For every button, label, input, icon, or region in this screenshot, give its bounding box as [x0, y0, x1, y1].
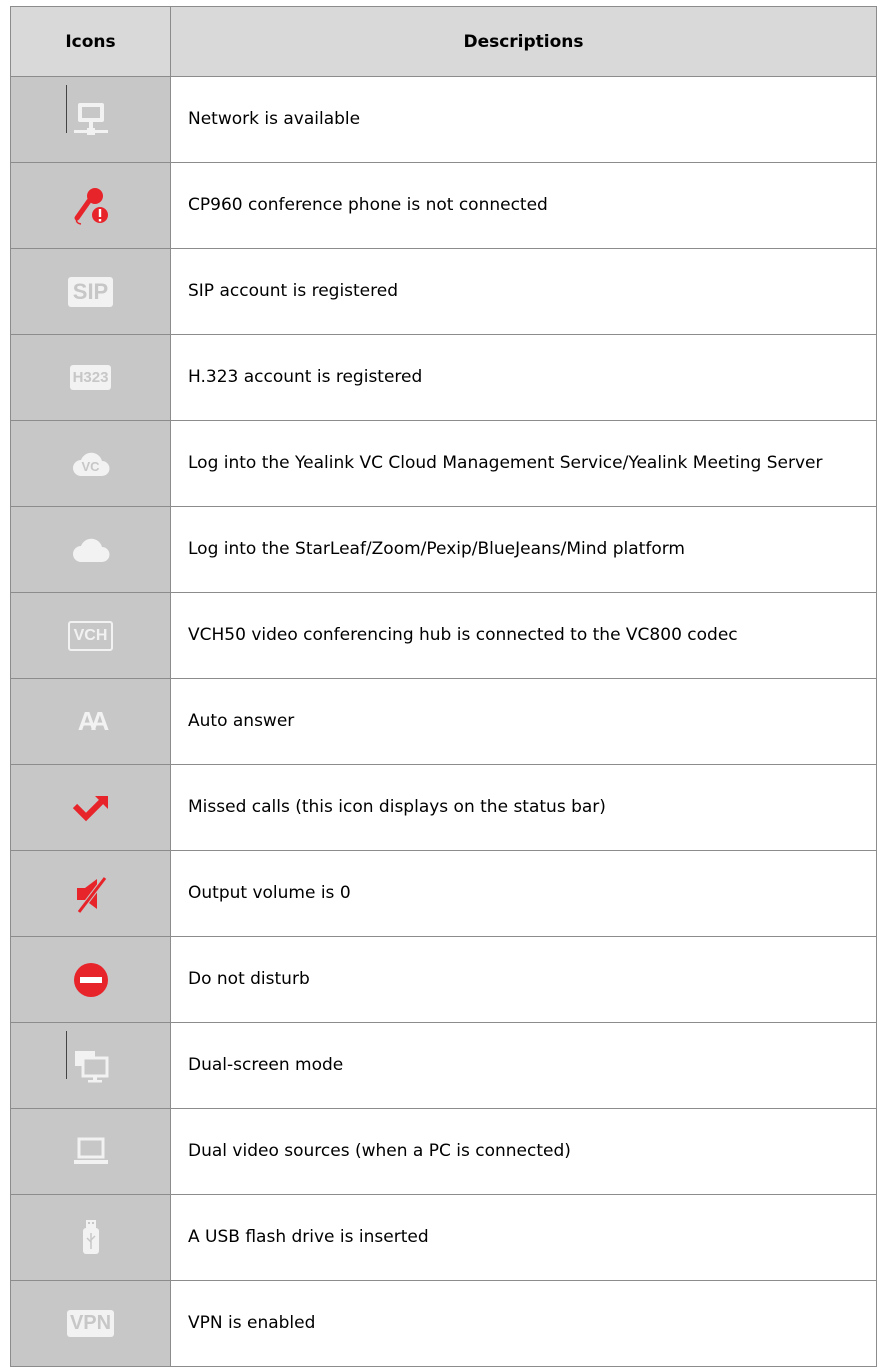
icon-cell — [10, 76, 171, 163]
icon-cell — [10, 1194, 171, 1281]
microphone-warning-icon — [71, 186, 111, 226]
header-descriptions: Descriptions — [170, 6, 877, 77]
icon-cell — [10, 764, 171, 851]
description: CP960 conference phone is not connected — [170, 162, 877, 249]
table-row: VCH VCH50 video conferencing hub is conn… — [10, 592, 877, 679]
icon-cell: VC — [10, 420, 171, 507]
icon-cell — [10, 850, 171, 937]
table-row: Log into the StarLeaf/Zoom/Pexip/BlueJea… — [10, 506, 877, 593]
table-row: Network is available — [10, 76, 877, 163]
table-row: Output volume is 0 — [10, 850, 877, 937]
table-row: H323 H.323 account is registered — [10, 334, 877, 421]
mute-speaker-icon — [71, 874, 111, 914]
icon-cell — [10, 162, 171, 249]
do-not-disturb-icon — [71, 960, 111, 1000]
table-row: Missed calls (this icon displays on the … — [10, 764, 877, 851]
cloud-icon — [71, 530, 111, 570]
description: Auto answer — [170, 678, 877, 765]
table-row: SIP SIP account is registered — [10, 248, 877, 335]
divider — [66, 85, 67, 133]
description: Missed calls (this icon displays on the … — [170, 764, 877, 851]
description: Dual video sources (when a PC is connect… — [170, 1108, 877, 1195]
table-row: CP960 conference phone is not connected — [10, 162, 877, 249]
h323-icon: H323 — [69, 365, 112, 390]
vch-icon: VCH — [67, 620, 114, 651]
icon-cell: SIP — [10, 248, 171, 335]
sip-icon: SIP — [67, 276, 114, 307]
table-row: Do not disturb — [10, 936, 877, 1023]
vc-cloud-label: VC — [81, 458, 100, 474]
description: Output volume is 0 — [170, 850, 877, 937]
table-row: VPN VPN is enabled — [10, 1280, 877, 1367]
description: H.323 account is registered — [170, 334, 877, 421]
icon-cell: VPN — [10, 1280, 171, 1367]
icon-cell — [10, 506, 171, 593]
table-row: AA Auto answer — [10, 678, 877, 765]
icon-cell: VCH — [10, 592, 171, 679]
icon-cell — [10, 936, 171, 1023]
icon-cell: H323 — [10, 334, 171, 421]
icon-cell — [10, 1108, 171, 1195]
table-row: Dual-screen mode — [10, 1022, 877, 1109]
table-row: VC Log into the Yealink VC Cloud Managem… — [10, 420, 877, 507]
description: Dual-screen mode — [170, 1022, 877, 1109]
table-header-row: Icons Descriptions — [10, 6, 877, 77]
description: Log into the Yealink VC Cloud Management… — [170, 420, 877, 507]
description: Do not disturb — [170, 936, 877, 1023]
description: Network is available — [170, 76, 877, 163]
description: Log into the StarLeaf/Zoom/Pexip/BlueJea… — [170, 506, 877, 593]
missed-call-icon — [71, 788, 111, 828]
icon-cell — [10, 1022, 171, 1109]
table-row: Dual video sources (when a PC is connect… — [10, 1108, 877, 1195]
table-row: A USB flash drive is inserted — [10, 1194, 877, 1281]
network-icon — [71, 100, 111, 140]
description: A USB flash drive is inserted — [170, 1194, 877, 1281]
description: VPN is enabled — [170, 1280, 877, 1367]
icon-cell: AA — [10, 678, 171, 765]
usb-drive-icon — [71, 1218, 111, 1258]
description: VCH50 video conferencing hub is connecte… — [170, 592, 877, 679]
auto-answer-icon: AA — [77, 706, 109, 736]
divider — [66, 1031, 67, 1079]
description: SIP account is registered — [170, 248, 877, 335]
header-icons: Icons — [10, 6, 171, 77]
laptop-icon — [71, 1132, 111, 1172]
vc-cloud-icon: VC — [71, 444, 111, 484]
dual-screen-icon — [71, 1046, 111, 1086]
icons-table: Icons Descriptions Network is available … — [10, 6, 877, 1367]
